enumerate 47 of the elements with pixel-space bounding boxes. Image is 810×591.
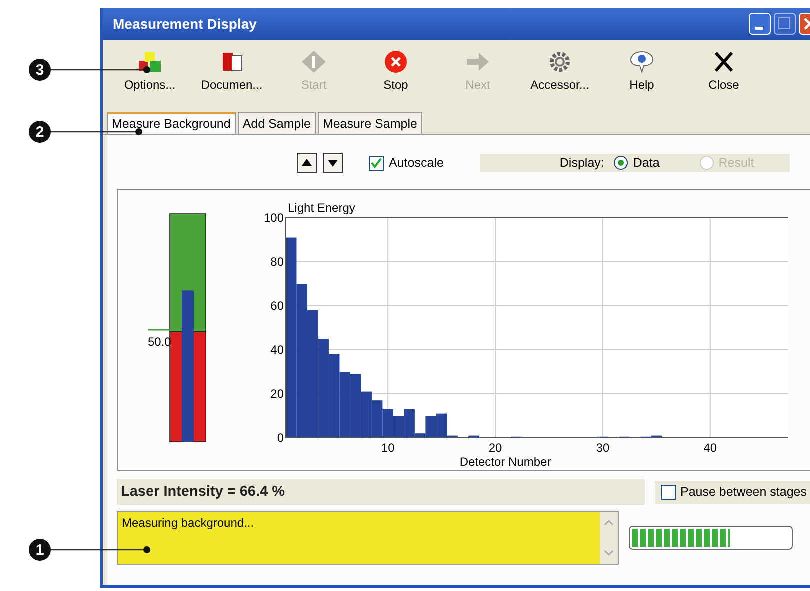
- tab[interactable]: Measure Sample: [318, 112, 422, 134]
- callout-number: 2: [29, 121, 51, 143]
- radio-button[interactable]: Data: [614, 156, 690, 170]
- check-icon: [371, 158, 382, 168]
- bar: [350, 374, 362, 438]
- y-tick-label: 80: [270, 255, 284, 269]
- bar: [361, 392, 372, 438]
- autoscale-checkbox[interactable]: Autoscale: [369, 156, 444, 170]
- x-axis-title: Detector Number: [460, 455, 552, 469]
- y-axis-title: Light Energy: [288, 201, 356, 215]
- callout-number: 1: [29, 539, 51, 561]
- bar: [382, 409, 394, 438]
- x-tick-label: 20: [488, 441, 502, 455]
- y-tick-label: 100: [264, 211, 284, 225]
- diamond-icon: [301, 50, 327, 74]
- display-label: Display:: [560, 156, 604, 170]
- x-tick-label: 30: [596, 441, 610, 455]
- laser-intensity-readout: Laser Intensity = 66.4 %: [117, 479, 645, 505]
- x-tick-label: 40: [704, 441, 718, 455]
- tab[interactable]: Measure Background: [107, 112, 236, 134]
- toolbar-button[interactable]: Help: [601, 48, 683, 102]
- y-tick-label: 40: [270, 343, 284, 357]
- toolbar-button[interactable]: Accessor...: [519, 48, 601, 102]
- pause-checkbox[interactable]: Pause between stages: [654, 480, 810, 504]
- y-tick-label: 20: [270, 387, 284, 401]
- threshold-line: [148, 329, 170, 331]
- toolbar-button[interactable]: Close: [683, 48, 765, 102]
- stop-icon: [383, 50, 409, 74]
- x-tick-label: 10: [381, 441, 395, 455]
- toolbar-button[interactable]: Stop: [355, 48, 437, 102]
- bar: [340, 372, 350, 438]
- status-message: Measuring background...: [121, 515, 256, 532]
- help-icon: [629, 50, 655, 74]
- bar: [393, 416, 404, 438]
- bar: [468, 436, 480, 438]
- window-title: Measurement Display: [113, 16, 257, 32]
- maximize-icon[interactable]: [774, 13, 796, 35]
- toolbar-button[interactable]: Documen...: [191, 48, 273, 102]
- callout-number: 3: [29, 59, 51, 81]
- y-tick-label: 0: [277, 431, 284, 445]
- tab[interactable]: Add Sample: [238, 112, 316, 134]
- minimize-icon[interactable]: [749, 13, 771, 35]
- toolbar-button[interactable]: Options...: [109, 48, 191, 102]
- y-tick-label: 60: [270, 299, 284, 313]
- gear-icon: [547, 50, 573, 74]
- blocks-icon: [137, 50, 163, 74]
- arrow-icon: [465, 50, 491, 74]
